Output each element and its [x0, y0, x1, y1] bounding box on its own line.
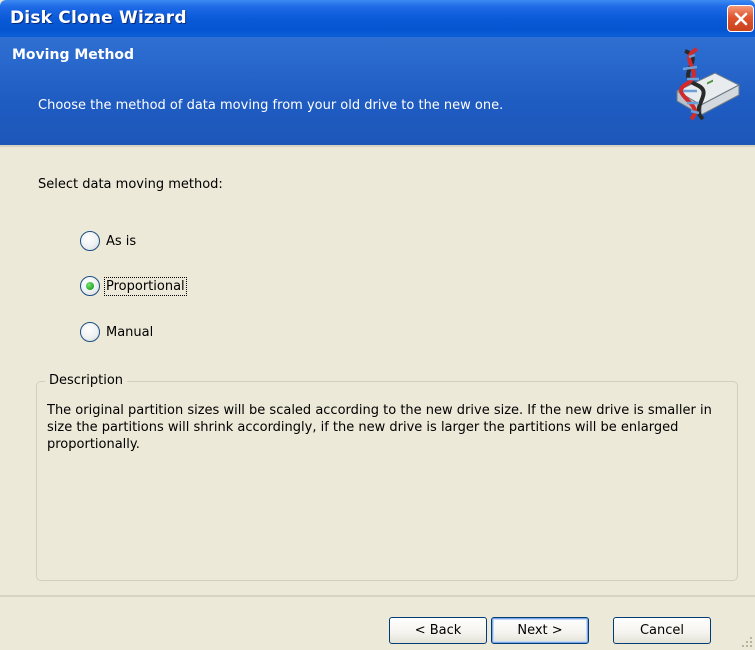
radio-proportional[interactable]	[80, 276, 100, 296]
window-title: Disk Clone Wizard	[10, 8, 187, 28]
button-bar: < Back Next > Cancel	[0, 597, 755, 650]
page-title: Moving Method	[12, 47, 135, 63]
disk-clone-wizard-icon	[675, 47, 741, 121]
disk-clone-wizard-window: Disk Clone Wizard Moving Method Choose t…	[0, 0, 755, 650]
wizard-header: Moving Method Choose the method of data …	[0, 37, 755, 145]
back-button[interactable]: < Back	[389, 617, 487, 644]
select-method-label: Select data moving method:	[38, 177, 223, 192]
page-subtitle: Choose the method of data moving from yo…	[38, 98, 504, 113]
radio-as-is[interactable]	[80, 231, 100, 251]
description-text: The original partition sizes will be sca…	[47, 403, 712, 452]
close-button[interactable]	[727, 5, 754, 32]
cancel-button-label: Cancel	[639, 623, 685, 638]
option-as-is-label: As is	[106, 233, 137, 249]
option-as-is[interactable]: As is	[80, 230, 136, 252]
close-icon	[734, 12, 748, 26]
next-button[interactable]: Next >	[491, 617, 589, 644]
title-bar[interactable]: Disk Clone Wizard	[0, 0, 755, 37]
description-title: Description	[45, 373, 128, 388]
option-proportional[interactable]: Proportional	[80, 275, 187, 297]
back-button-label: < Back	[414, 623, 462, 638]
resize-grip-icon[interactable]	[741, 636, 753, 648]
next-button-label: Next >	[517, 623, 563, 638]
option-proportional-label: Proportional	[104, 276, 187, 296]
option-manual-label: Manual	[106, 324, 154, 340]
option-manual[interactable]: Manual	[80, 321, 153, 343]
cancel-button[interactable]: Cancel	[613, 617, 711, 644]
radio-manual[interactable]	[80, 322, 100, 342]
content-area: Select data moving method: As is Proport…	[0, 147, 755, 595]
